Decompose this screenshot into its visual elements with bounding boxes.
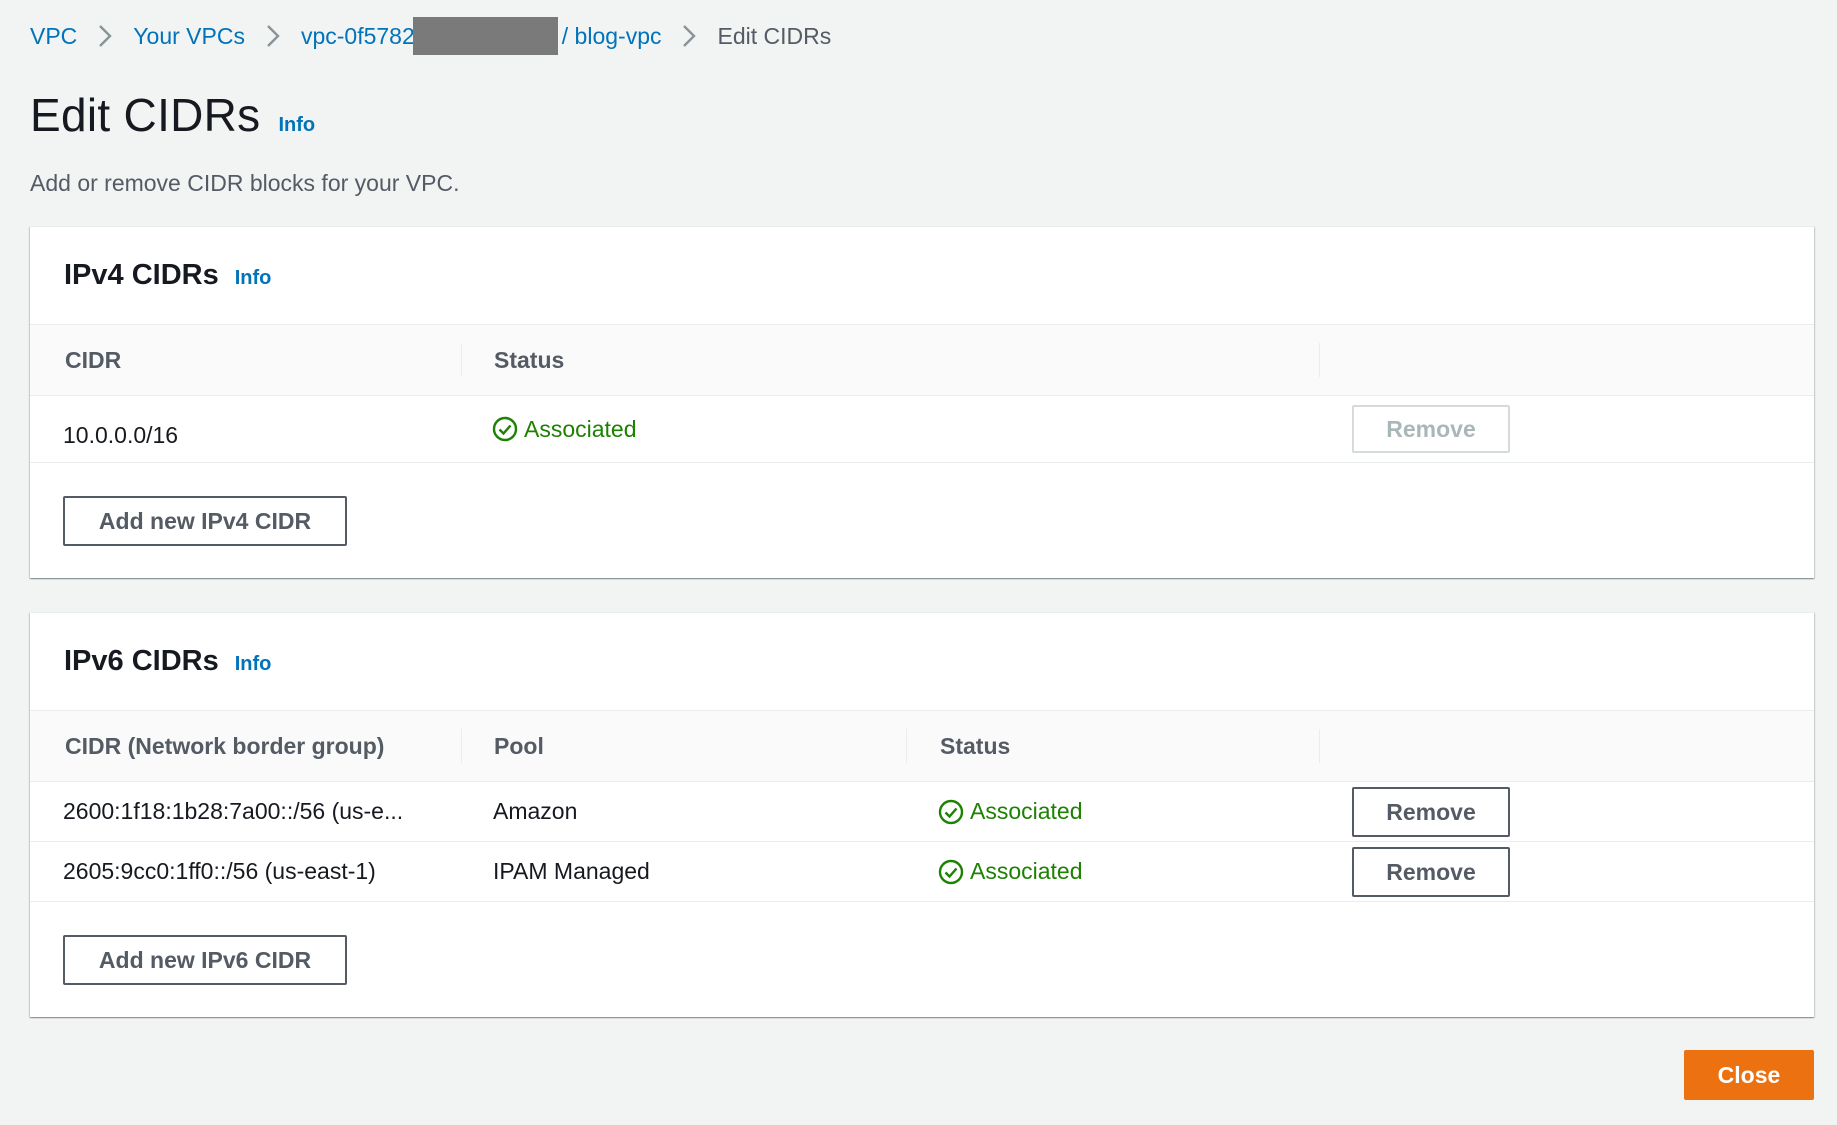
ipv6-cidr-cell: 2605:9cc0:1ff0::/56 (us-east-1) bbox=[63, 858, 376, 884]
ipv4-cidrs-panel: IPv4 CIDRs Info CIDR Status 10.0.0.0/16 … bbox=[30, 226, 1814, 578]
ipv6-panel-header: IPv6 CIDRs Info bbox=[30, 613, 1814, 711]
add-new-ipv4-cidr-button[interactable]: Add new IPv4 CIDR bbox=[63, 496, 347, 546]
ipv6-cidrs-panel: IPv6 CIDRs Info CIDR (Network border gro… bbox=[30, 612, 1814, 1017]
remove-ipv4-cidr-button[interactable]: Remove bbox=[1352, 405, 1510, 453]
ipv6-info-link[interactable]: Info bbox=[235, 653, 272, 676]
column-header-status: Status bbox=[494, 346, 565, 373]
breadcrumb-vpc-id[interactable]: vpc-0f5782 bbox=[301, 23, 415, 50]
status-text: Associated bbox=[970, 798, 1083, 824]
status-badge: Associated bbox=[492, 396, 637, 462]
redacted-block bbox=[412, 17, 558, 55]
ipv6-panel-title: IPv6 CIDRs bbox=[64, 645, 219, 677]
column-header-status: Status bbox=[940, 732, 1011, 759]
check-circle-icon bbox=[492, 416, 518, 442]
chevron-right-icon bbox=[674, 21, 704, 51]
page-info-link[interactable]: Info bbox=[278, 114, 315, 137]
page-header: Edit CIDRs Info bbox=[30, 88, 315, 142]
column-header-pool: Pool bbox=[494, 732, 544, 759]
ipv4-info-link[interactable]: Info bbox=[235, 267, 272, 290]
table-row: 10.0.0.0/16 Associated Remove bbox=[30, 396, 1814, 463]
column-divider bbox=[461, 343, 462, 377]
ipv4-cidr-cell: 10.0.0.0/16 bbox=[63, 421, 179, 448]
ipv6-cidr-cell: 2600:1f18:1b28:7a00::/56 (us-e... bbox=[63, 798, 404, 824]
ipv6-table-header: CIDR (Network border group) Pool Status bbox=[30, 711, 1814, 782]
breadcrumb-current: Edit CIDRs bbox=[717, 22, 832, 49]
column-header-cidr: CIDR (Network border group) bbox=[65, 732, 385, 759]
status-text: Associated bbox=[524, 415, 637, 442]
remove-ipv6-cidr-button[interactable]: Remove bbox=[1352, 847, 1510, 897]
ipv4-panel-title: IPv4 CIDRs bbox=[64, 259, 219, 291]
breadcrumb-vpc[interactable]: VPC bbox=[30, 23, 77, 50]
column-divider bbox=[1319, 729, 1320, 763]
chevron-right-icon bbox=[90, 21, 120, 51]
check-circle-icon bbox=[938, 859, 964, 885]
breadcrumb-your-vpcs[interactable]: Your VPCs bbox=[133, 23, 245, 50]
chevron-right-icon bbox=[258, 21, 288, 51]
status-text: Associated bbox=[970, 858, 1083, 884]
breadcrumb: VPC Your VPCs vpc-0f5782 / blog-vpc Edit… bbox=[30, 17, 832, 55]
page-description: Add or remove CIDR blocks for your VPC. bbox=[30, 170, 460, 196]
column-header-cidr: CIDR bbox=[65, 346, 122, 373]
ipv4-panel-header: IPv4 CIDRs Info bbox=[30, 227, 1814, 325]
add-new-ipv6-cidr-button[interactable]: Add new IPv6 CIDR bbox=[63, 935, 347, 985]
ipv4-table-header: CIDR Status bbox=[30, 325, 1814, 396]
status-badge: Associated bbox=[938, 782, 1083, 841]
breadcrumb-vpc-name[interactable]: / blog-vpc bbox=[562, 23, 662, 50]
table-row: 2605:9cc0:1ff0::/56 (us-east-1) IPAM Man… bbox=[30, 842, 1814, 902]
page-title: Edit CIDRs bbox=[30, 89, 261, 141]
column-divider bbox=[1319, 343, 1320, 377]
status-badge: Associated bbox=[938, 842, 1083, 901]
check-circle-icon bbox=[938, 799, 964, 825]
table-row: 2600:1f18:1b28:7a00::/56 (us-e... Amazon… bbox=[30, 782, 1814, 842]
column-divider bbox=[461, 729, 462, 763]
ipv6-pool-cell: Amazon bbox=[493, 798, 578, 824]
column-divider bbox=[906, 729, 907, 763]
ipv6-pool-cell: IPAM Managed bbox=[493, 858, 650, 884]
close-button[interactable]: Close bbox=[1684, 1050, 1814, 1100]
remove-ipv6-cidr-button[interactable]: Remove bbox=[1352, 787, 1510, 837]
